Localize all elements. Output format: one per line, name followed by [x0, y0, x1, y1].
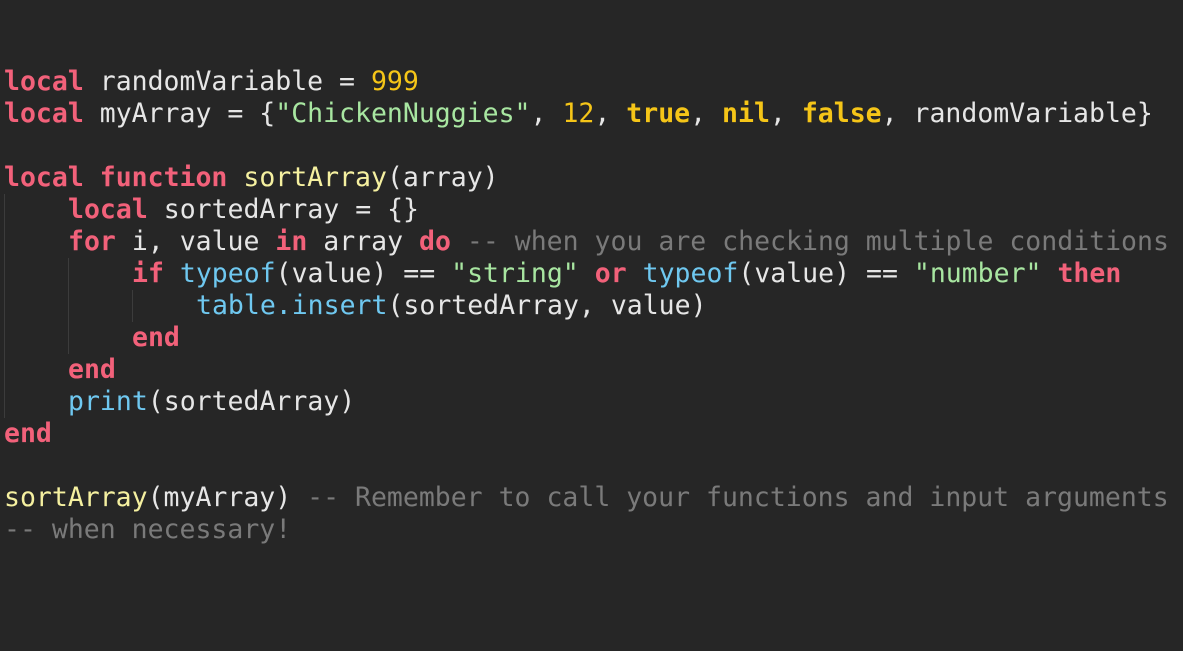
code-editor[interactable]: local randomVariable = 999 local myArray … [0, 0, 1183, 651]
code-line: local function sortArray(array) [4, 162, 1183, 194]
code-token-plain: , [769, 98, 802, 129]
code-line: end [4, 418, 1183, 450]
code-token-keyword: function [99, 162, 228, 193]
code-line: sortArray(myArray) -- Remember to call y… [4, 482, 1183, 514]
code-token-plain: , [530, 98, 563, 129]
code-token-keyword: local [4, 98, 84, 129]
code-token-keyword: then [1057, 258, 1122, 289]
code-token-keyword: for [68, 226, 116, 257]
code-token-plain: (sortedArray, value) [387, 290, 707, 321]
code-token-plain: (myArray) [147, 482, 292, 513]
code-line: -- when necessary! [4, 514, 1183, 546]
code-token-string: "ChickenNuggies" [275, 98, 531, 129]
code-token-keyword: local [4, 162, 84, 193]
code-token-plain: , [594, 98, 627, 129]
code-token-plain: (value) == [738, 258, 914, 289]
code-token-constant: true [626, 98, 691, 129]
code-token-function: sortArray [4, 482, 148, 513]
code-token-constant: nil [722, 98, 770, 129]
code-token-string: "string" [451, 258, 579, 289]
code-token-function: sortArray [243, 162, 387, 193]
code-token-number: 12 [562, 98, 595, 129]
code-token-plain: array [307, 226, 420, 257]
code-token-number: 999 [370, 66, 419, 97]
code-line: local myArray = {"ChickenNuggies", 12, t… [4, 98, 1183, 130]
code-token-keyword: end [132, 322, 180, 353]
code-token-builtin: typeof [179, 258, 276, 289]
code-token-plain: randomVariable = [83, 66, 371, 97]
code-line: table.insert(sortedArray, value) [4, 290, 1183, 322]
code-line: end [4, 354, 1183, 386]
code-token-comment: -- when you are checking multiple condit… [450, 226, 1169, 257]
code-token-keyword: if [132, 258, 164, 289]
code-line: end [4, 322, 1183, 354]
code-token-builtin: typeof [642, 258, 739, 289]
code-token-keyword: end [68, 354, 116, 385]
code-token-plain: , [690, 98, 723, 129]
code-token-constant: false [801, 98, 882, 129]
code-token-plain: myArray = { [83, 98, 276, 129]
code-token-string: "number" [913, 258, 1042, 289]
code-token-comment: -- when necessary! [4, 514, 292, 545]
code-token-plain: , randomVariable} [881, 98, 1153, 129]
code-token-keyword: do [419, 226, 451, 257]
code-token-plain: i, value [115, 226, 276, 257]
code-token-keyword: local [4, 66, 84, 97]
code-token-keyword: or [594, 258, 627, 289]
indent-guide [132, 290, 133, 322]
code-token-comment: -- Remember to call your functions and i… [291, 482, 1169, 513]
code-token-plain: (sortedArray) [147, 386, 356, 417]
code-token-plain: (value) == [275, 258, 452, 289]
code-token-keyword: local [68, 194, 148, 225]
indent-guide [4, 194, 5, 418]
code-token-keyword: in [275, 226, 308, 257]
code-token-keyword: end [4, 418, 52, 449]
code-line: print(sortedArray) [4, 386, 1183, 418]
code-line: local randomVariable = 999 [4, 66, 1183, 98]
code-token-plain: sortedArray = {} [147, 194, 420, 225]
code-token-builtin: print [68, 386, 148, 417]
code-line: local sortedArray = {} [4, 194, 1183, 226]
code-token-plain: (array) [386, 162, 499, 193]
code-line: if typeof(value) == "string" or typeof(v… [4, 258, 1183, 290]
code-token-builtin: table.insert [196, 290, 388, 321]
indent-guide [68, 258, 69, 354]
code-line: for i, value in array do -- when you are… [4, 226, 1183, 258]
